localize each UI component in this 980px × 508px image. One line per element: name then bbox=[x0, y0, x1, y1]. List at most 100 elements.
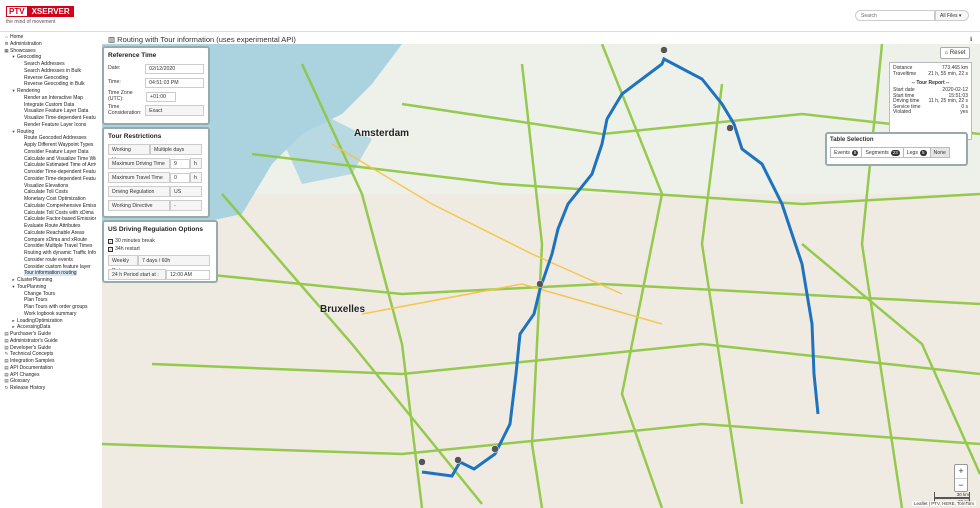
sidebar-item[interactable]: Render an Interactive Map bbox=[0, 95, 96, 102]
search-filter-dropdown[interactable]: All Files ▾ bbox=[935, 10, 969, 21]
time-consideration-select[interactable]: Exact bbox=[145, 105, 204, 116]
sidebar-item-icon: ▸ bbox=[12, 317, 15, 323]
sidebar-item[interactable]: Reverse Geocoding in Bulk bbox=[0, 81, 96, 88]
sidebar-item-label: Tour information routing bbox=[24, 270, 77, 277]
sidebar-item[interactable]: ▤API Documentation bbox=[0, 365, 96, 372]
sidebar-item[interactable]: Evaluate Route Attributes bbox=[0, 223, 96, 230]
sidebar-item[interactable]: ▤Administrator's Guide bbox=[0, 338, 96, 345]
working-directive-select[interactable]: - bbox=[170, 200, 202, 211]
sidebar-item-icon: ▸ bbox=[12, 324, 15, 330]
checkbox-checked-icon: ✓ bbox=[108, 246, 113, 252]
date-input[interactable]: 02/12/2020 bbox=[145, 63, 204, 74]
timezone-input[interactable]: +01:00 bbox=[146, 91, 176, 102]
sidebar-item-icon: ▦ bbox=[4, 47, 9, 53]
break-30min-checkbox[interactable]: ✓ 30 minutes break bbox=[108, 237, 212, 245]
sidebar-item[interactable]: Compare xDima and xRoute bbox=[0, 237, 96, 244]
driving-regulation-select[interactable]: US bbox=[170, 186, 202, 197]
sidebar-item-label: Administrator's Guide bbox=[10, 337, 58, 344]
sidebar-item-label: Reverse Geocoding bbox=[24, 74, 69, 81]
time-input[interactable]: 04:51:03 PM bbox=[145, 77, 204, 88]
weekly-duty-select[interactable]: 7 days / 60h bbox=[138, 255, 210, 266]
sidebar-item[interactable]: ▤Integration Samples bbox=[0, 358, 96, 365]
sidebar-item-label: Search Addresses bbox=[24, 61, 65, 67]
map-attribution[interactable]: Leaflet | PTV, HERE, TomTom bbox=[912, 501, 976, 506]
sidebar-item[interactable]: Change Tours bbox=[0, 291, 96, 298]
sidebar-item-label: TourPlanning bbox=[17, 283, 47, 290]
sidebar-item[interactable]: ▤Glossary bbox=[0, 378, 96, 385]
time-consideration-label: Time Consideration: bbox=[108, 104, 142, 116]
sidebar-item[interactable]: ▦Showcases bbox=[0, 48, 96, 55]
period-start-input[interactable]: 12:00 AM bbox=[166, 269, 210, 280]
sidebar-item-label: Administration bbox=[10, 40, 42, 47]
working-hours-select[interactable]: Multiple days bbox=[150, 144, 202, 155]
sidebar-item[interactable]: ▾ Geocoding bbox=[0, 54, 96, 61]
weekly-duty-label: Weekly Duty bbox=[108, 255, 138, 274]
max-driving-time-input[interactable]: 9 bbox=[170, 158, 190, 169]
sidebar-item[interactable]: Calculate Toll Costs with xDima bbox=[0, 210, 96, 217]
zoom-out-button[interactable]: − bbox=[955, 479, 967, 492]
sidebar-item[interactable]: ⚙Administration bbox=[0, 41, 96, 48]
sidebar-item[interactable]: Calculate and Visualize Time Windows bbox=[0, 156, 96, 163]
sidebar-item[interactable]: Route Geocoded Addresses bbox=[0, 135, 96, 142]
us-regulation-panel: US Driving Regulation Options ✓ 30 minute… bbox=[102, 220, 218, 283]
sidebar-item[interactable]: Plan Tours with order groups bbox=[0, 304, 96, 311]
sidebar-item[interactable]: ▾ TourPlanning bbox=[0, 284, 96, 291]
sidebar-item[interactable]: ▤Developer's Guide bbox=[0, 345, 96, 352]
sidebar-item[interactable]: ▾ Rendering bbox=[0, 88, 96, 95]
sidebar-item[interactable]: Calculate Toll Costs bbox=[0, 189, 96, 196]
sidebar-item[interactable]: ▸ ClusterPlanning bbox=[0, 277, 96, 284]
sidebar-item[interactable]: Calculate Comprehensive Emissions bbox=[0, 203, 96, 210]
sidebar-item[interactable]: Apply Different Waypoint Types bbox=[0, 142, 96, 149]
sidebar-item[interactable]: Visualize Feature Layer Data bbox=[0, 108, 96, 115]
restart-34h-checkbox[interactable]: ✓ 34h restart bbox=[108, 245, 212, 253]
sidebar-item[interactable]: Plan Tours bbox=[0, 297, 96, 304]
sidebar-item-label: Release History bbox=[10, 385, 46, 391]
sidebar-item-label: Routing bbox=[17, 128, 35, 135]
sidebar-item[interactable]: Routing with dynamic Traffic Info bbox=[0, 250, 96, 257]
max-travel-time-input[interactable]: 0 bbox=[170, 172, 190, 183]
sidebar-item[interactable]: Work logbook summary bbox=[0, 311, 96, 318]
sidebar-item-label: Purchaser's Guide bbox=[10, 331, 51, 337]
sidebar-item-label: Routing with dynamic Traffic Info bbox=[24, 250, 96, 256]
sidebar-item[interactable]: Consider Feature Layer Data bbox=[0, 149, 96, 156]
sidebar-item-label: Plan Tours with order groups bbox=[24, 304, 88, 310]
sidebar-item[interactable]: Search Addresses bbox=[0, 61, 96, 68]
sidebar-item[interactable]: ▾ Routing bbox=[0, 129, 96, 136]
sidebar-item[interactable]: Calculate Reachable Areas bbox=[0, 230, 96, 237]
table-select-legs-button[interactable]: Legs 5 bbox=[902, 147, 931, 158]
table-select-none-button[interactable]: None bbox=[929, 147, 950, 158]
map-view[interactable]: Amsterdam Bruxelles ⌂ Reset Reference Ti… bbox=[102, 44, 980, 508]
sidebar-item[interactable]: Consider Multiple Travel Times bbox=[0, 243, 96, 250]
sidebar-item[interactable]: Calculate Estimated Time of Arrival bbox=[0, 162, 96, 169]
table-select-label: None bbox=[933, 149, 946, 156]
zoom-in-button[interactable]: + bbox=[955, 465, 967, 479]
sidebar-item[interactable]: ▤API Changes bbox=[0, 372, 96, 379]
sidebar-item[interactable]: Search Addresses in Bulk bbox=[0, 68, 96, 75]
sidebar-item[interactable]: ✎ Technical Concepts bbox=[0, 351, 96, 358]
table-select-segments-button[interactable]: Segments 23 bbox=[861, 147, 904, 158]
sidebar-item[interactable]: Consider Time-dependent Features bbox=[0, 169, 96, 176]
sidebar-item[interactable]: ▸ LoadingOptimization bbox=[0, 318, 96, 325]
sidebar-item[interactable]: Visualize Time-dependent Features bbox=[0, 115, 96, 122]
sidebar-item[interactable]: Reverse Geocoding bbox=[0, 75, 96, 82]
sidebar-item-label: Render Feature Layer Icons bbox=[24, 121, 87, 128]
sidebar-item[interactable]: Integrate Custom Data bbox=[0, 102, 96, 109]
search-input[interactable]: Search bbox=[855, 10, 935, 21]
sidebar-item[interactable]: ▸ AccessingData bbox=[0, 324, 96, 331]
sidebar-item[interactable]: Consider custom feature layer bbox=[0, 264, 96, 271]
sidebar-item[interactable]: ▤Purchaser's Guide bbox=[0, 331, 96, 338]
sidebar-item[interactable]: Calculate Factor-based Emissions bbox=[0, 216, 96, 223]
sidebar-item[interactable]: Visualize Elevations bbox=[0, 183, 96, 190]
sidebar-item[interactable]: Consider Time-dependent Features bbox=[0, 176, 96, 183]
sidebar-item[interactable]: ↻ Release History bbox=[0, 385, 96, 392]
reset-button[interactable]: ⌂ Reset bbox=[940, 47, 970, 59]
sidebar-item-icon: ▾ bbox=[12, 54, 15, 60]
sidebar-navigation: ⌂ Home ⚙Administration ▦Showcases ▾ Geocoding… bbox=[0, 34, 96, 508]
sidebar-item[interactable]: ⌂ Home bbox=[0, 34, 96, 41]
sidebar-item[interactable]: Tour information routing bbox=[0, 270, 96, 277]
table-select-events-button[interactable]: Events 8 bbox=[830, 147, 863, 158]
sidebar-item[interactable]: Monetary Cost Optimization bbox=[0, 196, 96, 203]
sidebar-item[interactable]: Render Feature Layer Icons bbox=[0, 122, 96, 129]
ptv-xserver-logo[interactable]: PTV XSERVER bbox=[6, 6, 74, 17]
sidebar-item[interactable]: Consider route events bbox=[0, 257, 96, 264]
